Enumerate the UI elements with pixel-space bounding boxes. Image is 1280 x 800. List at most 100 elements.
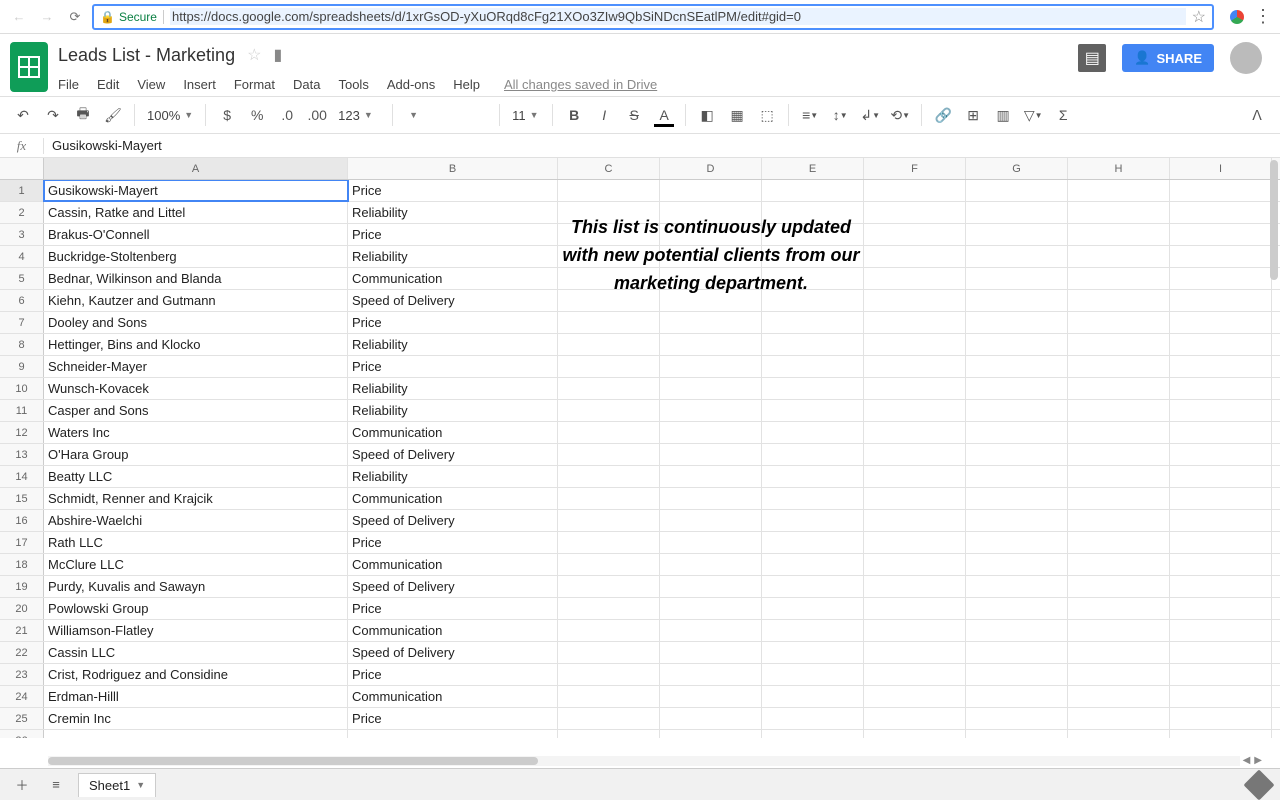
cell[interactable] (1170, 400, 1272, 421)
cell[interactable] (762, 510, 864, 531)
cell[interactable] (966, 466, 1068, 487)
row-header[interactable]: 17 (0, 532, 44, 553)
sheets-logo-icon[interactable] (10, 42, 48, 92)
cell[interactable] (44, 730, 348, 738)
cell[interactable] (558, 664, 660, 685)
cell[interactable] (966, 290, 1068, 311)
cell[interactable] (864, 268, 966, 289)
borders-button[interactable]: ▦ (724, 102, 750, 128)
cell[interactable] (966, 488, 1068, 509)
nav-back-button[interactable]: ← (8, 6, 30, 28)
cell[interactable] (1068, 246, 1170, 267)
row-header[interactable]: 3 (0, 224, 44, 245)
cell[interactable] (660, 730, 762, 738)
cell[interactable]: Gusikowski-Mayert (44, 180, 348, 201)
functions-button[interactable]: Σ (1050, 102, 1076, 128)
row-header[interactable]: 23 (0, 664, 44, 685)
cell[interactable] (660, 268, 762, 289)
cell[interactable] (558, 730, 660, 738)
cell[interactable] (762, 400, 864, 421)
fill-color-button[interactable]: ◧ (694, 102, 720, 128)
cell[interactable] (864, 686, 966, 707)
cell[interactable] (558, 290, 660, 311)
cell[interactable] (1068, 334, 1170, 355)
cell[interactable]: Reliability (348, 246, 558, 267)
cell[interactable] (558, 686, 660, 707)
cell[interactable] (966, 642, 1068, 663)
cell[interactable] (864, 708, 966, 729)
cell[interactable] (558, 510, 660, 531)
cell[interactable]: Reliability (348, 202, 558, 223)
cell[interactable] (558, 708, 660, 729)
cell[interactable]: Speed of Delivery (348, 290, 558, 311)
row-header[interactable]: 19 (0, 576, 44, 597)
cell[interactable] (762, 664, 864, 685)
undo-button[interactable]: ↶ (10, 102, 36, 128)
cell[interactable] (1170, 510, 1272, 531)
cell[interactable] (1068, 224, 1170, 245)
col-header-B[interactable]: B (348, 158, 558, 179)
cell[interactable] (966, 444, 1068, 465)
cell[interactable] (1068, 730, 1170, 738)
cell[interactable] (762, 312, 864, 333)
cell[interactable]: Beatty LLC (44, 466, 348, 487)
cell[interactable] (762, 246, 864, 267)
menu-view[interactable]: View (137, 77, 165, 92)
cell[interactable] (762, 686, 864, 707)
cell[interactable]: Communication (348, 554, 558, 575)
address-bar[interactable]: 🔒 Secure https://docs.google.com/spreads… (92, 4, 1214, 30)
comments-button[interactable]: ▤ (1078, 44, 1106, 72)
cell[interactable] (864, 598, 966, 619)
cell[interactable]: Purdy, Kuvalis and Sawayn (44, 576, 348, 597)
cell[interactable] (1068, 598, 1170, 619)
bold-button[interactable]: B (561, 102, 587, 128)
cell[interactable] (1170, 246, 1272, 267)
col-header-A[interactable]: A (44, 158, 348, 179)
cell[interactable] (1170, 642, 1272, 663)
cell[interactable] (966, 664, 1068, 685)
cell[interactable] (1068, 686, 1170, 707)
cell[interactable] (558, 554, 660, 575)
cell[interactable] (660, 466, 762, 487)
horizontal-scrollbar[interactable] (48, 756, 1240, 766)
cell[interactable] (966, 378, 1068, 399)
cell[interactable] (660, 400, 762, 421)
cell[interactable]: Casper and Sons (44, 400, 348, 421)
cell[interactable]: Abshire-Waelchi (44, 510, 348, 531)
cell[interactable] (1068, 268, 1170, 289)
save-status[interactable]: All changes saved in Drive (504, 77, 657, 92)
cell[interactable] (1170, 202, 1272, 223)
cell[interactable] (660, 598, 762, 619)
row-header[interactable]: 5 (0, 268, 44, 289)
cell[interactable]: Hettinger, Bins and Klocko (44, 334, 348, 355)
col-header-C[interactable]: C (558, 158, 660, 179)
row-header[interactable]: 1 (0, 180, 44, 201)
cell[interactable] (762, 268, 864, 289)
cell[interactable] (966, 202, 1068, 223)
cell[interactable] (966, 356, 1068, 377)
v-align-button[interactable]: ↕▼ (827, 102, 853, 128)
cell[interactable]: O'Hara Group (44, 444, 348, 465)
cell[interactable]: Waters Inc (44, 422, 348, 443)
cell[interactable] (966, 598, 1068, 619)
cell[interactable] (660, 488, 762, 509)
cell[interactable] (1170, 356, 1272, 377)
cell[interactable] (660, 180, 762, 201)
cell[interactable] (1170, 290, 1272, 311)
cell[interactable] (1068, 642, 1170, 663)
cell[interactable]: Dooley and Sons (44, 312, 348, 333)
cell[interactable] (864, 620, 966, 641)
cell[interactable]: Speed of Delivery (348, 444, 558, 465)
cell[interactable]: Rath LLC (44, 532, 348, 553)
cell[interactable] (966, 686, 1068, 707)
cell[interactable]: Price (348, 312, 558, 333)
cell[interactable] (1068, 510, 1170, 531)
menu-tools[interactable]: Tools (338, 77, 368, 92)
cell[interactable] (966, 620, 1068, 641)
cell[interactable]: Kiehn, Kautzer and Gutmann (44, 290, 348, 311)
cell[interactable] (558, 202, 660, 223)
cell[interactable] (660, 290, 762, 311)
cell[interactable] (864, 576, 966, 597)
cell[interactable] (864, 246, 966, 267)
cell[interactable] (558, 444, 660, 465)
